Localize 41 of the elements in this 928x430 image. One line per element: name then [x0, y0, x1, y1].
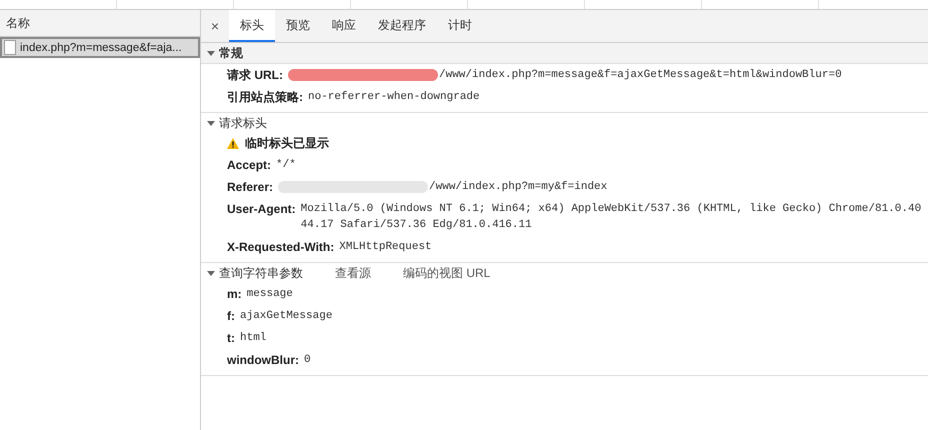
- header-value: no-referrer-when-downgrade: [308, 90, 481, 105]
- header-name: t:: [227, 330, 235, 346]
- header-value: ajaxGetMessage: [240, 309, 334, 324]
- header-name: 引用站点策略:: [227, 89, 303, 105]
- tab[interactable]: 发起程序: [367, 10, 437, 42]
- tab[interactable]: 标头: [229, 10, 275, 42]
- file-icon: [4, 40, 16, 55]
- section-header[interactable]: 常规: [201, 43, 928, 64]
- header-name: f:: [227, 308, 235, 324]
- warning-text: 临时标头已显示: [245, 135, 329, 151]
- header-name: windowBlur:: [227, 352, 299, 368]
- section-title: 常规: [219, 44, 243, 62]
- header-value: /www/index.php?m=message&f=ajaxGetMessage&t=html&windowBlur=0: [439, 68, 843, 83]
- triangle-icon[interactable]: [207, 119, 215, 127]
- header-value: */*: [276, 158, 297, 173]
- column-header[interactable]: 名称: [0, 10, 200, 37]
- header-name: 请求 URL:: [227, 67, 283, 83]
- tab[interactable]: 预览: [275, 10, 321, 42]
- tab[interactable]: 响应: [321, 10, 367, 42]
- triangle-icon[interactable]: [207, 49, 215, 57]
- tab[interactable]: 计时: [437, 10, 483, 42]
- section-title: 查询字符串参数: [219, 264, 303, 282]
- header-name: m:: [227, 286, 242, 302]
- header-name: Accept:: [227, 157, 272, 173]
- view-link[interactable]: 查看源: [335, 264, 371, 282]
- view-link[interactable]: 编码的视图 URL: [403, 264, 490, 282]
- header-value: /www/index.php?m=my&f=index: [429, 180, 608, 195]
- header-value: html: [240, 331, 268, 346]
- header-name: X-Requested-With:: [227, 239, 334, 255]
- request-name: index.php?m=message&f=aja...: [20, 42, 182, 54]
- warning-icon: [227, 138, 239, 148]
- close-button[interactable]: ×: [201, 10, 229, 42]
- header-value: XMLHttpRequest: [339, 240, 433, 255]
- header-value: Mozilla/5.0 (Windows NT 6.1; Win64; x64) AppleWebKit/537.36 (KHTML, like Gecko) Chrome/81.0.4044.17 Safari/537.36 Edg/81.0.416.11: [300, 202, 922, 233]
- triangle-icon[interactable]: [207, 269, 215, 277]
- section-title: 请求标头: [219, 114, 267, 132]
- header-name: User-Agent:: [227, 201, 296, 217]
- header-value: 0: [304, 353, 312, 368]
- header-value: message: [246, 287, 294, 302]
- header-name: Referer:: [227, 179, 274, 195]
- request-row[interactable]: index.php?m=message&f=aja...: [0, 37, 200, 58]
